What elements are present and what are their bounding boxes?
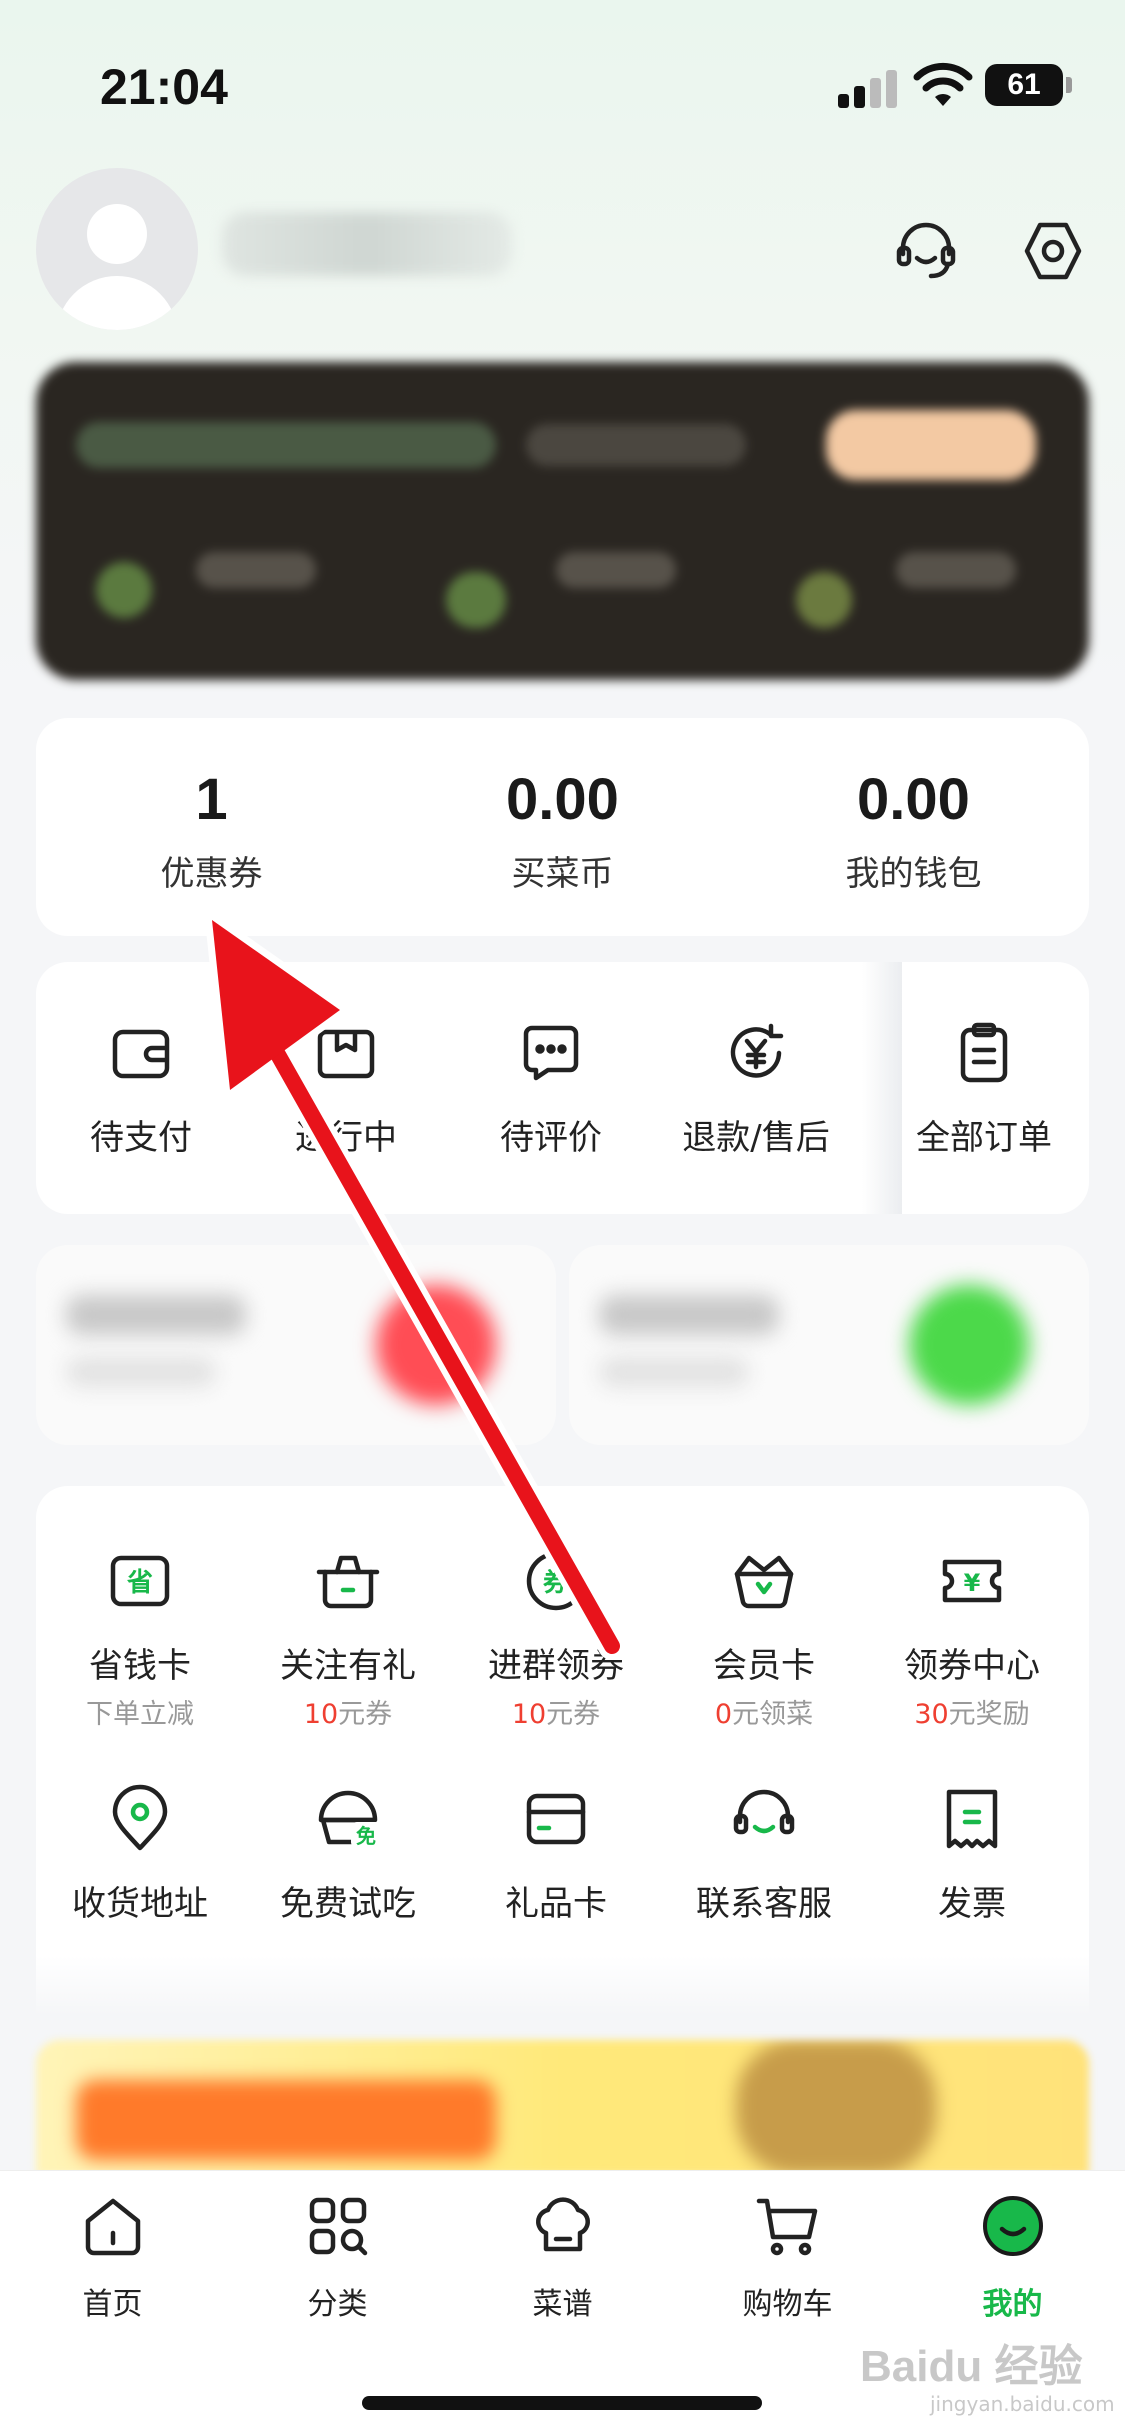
cart-icon bbox=[756, 2198, 818, 2256]
orders-card: 待支付 进行中 待评价 退款/售后 全部订单 bbox=[36, 962, 1089, 1214]
order-to-review[interactable]: 待评价 bbox=[446, 962, 656, 1214]
tab-category[interactable]: 分类 bbox=[225, 2193, 450, 2343]
service-label: 省钱卡 bbox=[89, 1646, 191, 1686]
chef-hat-icon bbox=[536, 2197, 590, 2252]
service-member-card[interactable]: 会员卡 0元领菜 bbox=[660, 1546, 868, 1766]
service-sub: 0元领菜 bbox=[714, 1699, 814, 1730]
wallet-amount: 0.00 bbox=[857, 767, 970, 832]
location-icon bbox=[112, 1784, 168, 1851]
promo-right-blurred[interactable] bbox=[569, 1245, 1089, 1445]
order-in-progress[interactable]: 进行中 bbox=[241, 962, 451, 1214]
home-indicator[interactable] bbox=[362, 2396, 762, 2410]
order-label: 待评价 bbox=[500, 1118, 602, 1158]
battery-indicator: 61 bbox=[985, 64, 1063, 106]
membership-banner-blurred[interactable] bbox=[36, 362, 1089, 680]
tab-label: 分类 bbox=[307, 2287, 368, 2322]
gift-card-icon bbox=[526, 1793, 586, 1845]
asset-wallet[interactable]: 0.00 我的钱包 bbox=[738, 718, 1089, 936]
save-badge-text: 省 bbox=[126, 1568, 153, 1598]
promo-left-blurred[interactable] bbox=[36, 1245, 556, 1445]
tab-label: 我的 bbox=[982, 2287, 1043, 2322]
coupon-label: 优惠券 bbox=[160, 854, 263, 894]
service-label: 联系客服 bbox=[696, 1884, 832, 1924]
watermark-domain: jingyan.baidu.com bbox=[930, 2392, 1115, 2416]
battery-tip bbox=[1066, 77, 1072, 93]
service-label: 关注有礼 bbox=[280, 1646, 416, 1686]
order-label: 待支付 bbox=[90, 1118, 192, 1158]
customer-service-icon[interactable] bbox=[893, 218, 959, 284]
category-icon bbox=[309, 2197, 368, 2256]
service-label: 免费试吃 bbox=[280, 1884, 416, 1924]
wallet-icon bbox=[112, 1029, 170, 1079]
order-all[interactable]: 全部订单 bbox=[879, 962, 1089, 1214]
scroll-indicator-strip bbox=[36, 1956, 1089, 2016]
service-join-group[interactable]: 券 进群领券 10元券 bbox=[452, 1546, 660, 1766]
save-card-icon: 省 bbox=[110, 1555, 170, 1607]
cellular-signal-icon bbox=[838, 68, 898, 108]
home-icon bbox=[85, 2198, 141, 2256]
status-time: 21:04 bbox=[100, 59, 228, 115]
free-badge-text: 免 bbox=[356, 1824, 376, 1848]
service-sub: 10元券 bbox=[303, 1699, 393, 1730]
service-sub: 30元奖励 bbox=[914, 1699, 1030, 1730]
box-icon bbox=[317, 1029, 375, 1079]
asset-coins[interactable]: 0.00 买菜币 bbox=[387, 718, 738, 936]
service-label: 礼品卡 bbox=[505, 1884, 607, 1924]
tab-cart[interactable]: 购物车 bbox=[675, 2193, 900, 2343]
tab-my[interactable]: 我的 bbox=[900, 2193, 1125, 2343]
username-blurred[interactable] bbox=[222, 212, 512, 276]
coin-amount: 0.00 bbox=[506, 767, 619, 832]
tab-label: 菜谱 bbox=[532, 2287, 593, 2322]
promo-banner-blurred[interactable] bbox=[36, 2040, 1089, 2175]
wifi-icon bbox=[913, 62, 973, 106]
avatar[interactable] bbox=[36, 168, 198, 330]
yuan-badge-text: ¥ bbox=[964, 1569, 981, 1597]
service-label: 进群领券 bbox=[488, 1646, 624, 1686]
service-sub: 下单立减 bbox=[86, 1699, 194, 1730]
order-label: 进行中 bbox=[295, 1118, 397, 1158]
free-tasting-icon: 免 bbox=[318, 1790, 381, 1848]
coin-label: 买菜币 bbox=[511, 854, 614, 894]
services-card: 省 省钱卡 下单立减 关注有礼 10元券 券 进群领券 10元券 会员卡 0元领… bbox=[36, 1486, 1089, 1956]
tab-home[interactable]: 首页 bbox=[0, 2193, 225, 2343]
service-save-card[interactable]: 省 省钱卡 下单立减 bbox=[36, 1546, 244, 1766]
my-icon bbox=[983, 2196, 1043, 2256]
order-refund-aftersale[interactable]: 退款/售后 bbox=[651, 962, 861, 1214]
gift-pot-icon bbox=[316, 1555, 380, 1609]
order-label: 退款/售后 bbox=[682, 1118, 830, 1158]
tab-label: 首页 bbox=[82, 2287, 143, 2322]
crown-basket-icon bbox=[734, 1555, 794, 1609]
assets-card: 1 优惠券 0.00 买菜币 0.00 我的钱包 bbox=[36, 718, 1089, 936]
service-label: 收货地址 bbox=[72, 1884, 208, 1924]
service-follow-gift[interactable]: 关注有礼 10元券 bbox=[244, 1546, 452, 1766]
chat-icon bbox=[523, 1025, 579, 1081]
invoice-icon bbox=[946, 1789, 998, 1849]
tab-label: 购物车 bbox=[742, 2287, 833, 2322]
service-label: 发票 bbox=[938, 1884, 1006, 1924]
group-coupon-icon: 券 bbox=[526, 1551, 586, 1611]
order-label: 全部订单 bbox=[916, 1118, 1052, 1158]
service-sub: 10元券 bbox=[511, 1699, 601, 1730]
service-coupon-center[interactable]: ¥ 领券中心 30元奖励 bbox=[868, 1546, 1076, 1766]
coupon-count: 1 bbox=[195, 767, 228, 832]
watermark-brand: Baidu 经验 bbox=[860, 2342, 1083, 2391]
service-label: 会员卡 bbox=[713, 1646, 815, 1686]
headset-icon bbox=[733, 1789, 795, 1835]
asset-coupons[interactable]: 1 优惠券 bbox=[36, 718, 387, 936]
ticket-icon: ¥ bbox=[942, 1559, 1002, 1603]
settings-icon[interactable] bbox=[1020, 218, 1086, 284]
wallet-label: 我的钱包 bbox=[845, 854, 982, 894]
tab-recipes[interactable]: 菜谱 bbox=[450, 2193, 675, 2343]
coupon-badge-text: 券 bbox=[543, 1568, 570, 1598]
service-label: 领券中心 bbox=[904, 1646, 1040, 1686]
clipboard-icon bbox=[960, 1022, 1008, 1083]
order-pending-payment[interactable]: 待支付 bbox=[36, 962, 246, 1214]
refund-icon bbox=[730, 1023, 784, 1078]
status-bar: 21:04 61 bbox=[0, 0, 1125, 150]
